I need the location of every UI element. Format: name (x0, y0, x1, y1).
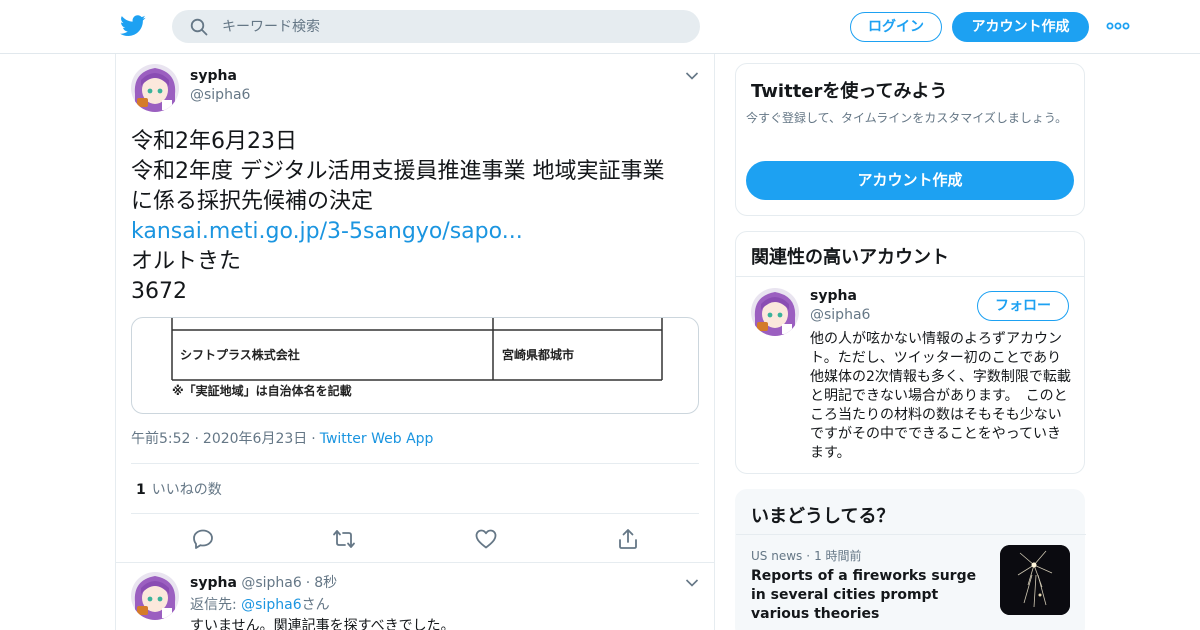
related-account-name[interactable]: sypha (810, 288, 857, 304)
more-dots-icon[interactable] (1106, 20, 1130, 32)
chevron-down-icon[interactable] (685, 578, 699, 588)
signup-card-subtitle: 今すぐ登録して、タイムラインをカスタマイズしましょう。 (746, 111, 1068, 125)
tweet-line: 3672 (131, 279, 187, 304)
reply-author-handle[interactable]: @sipha6 (241, 575, 301, 591)
media-row-city: 宮崎県都城市 (502, 348, 575, 362)
reply-header: sypha @sipha6 · 8秒 (190, 575, 338, 591)
signup-card-button[interactable]: アカウント作成 (746, 161, 1074, 200)
reply-to-label: 返信先: (190, 597, 237, 613)
trends-card-title: いまどうしてる？ (751, 506, 895, 527)
trend-headline[interactable]: Reports of a fireworks surge in several … (751, 567, 983, 624)
divider (131, 463, 699, 464)
divider (116, 562, 714, 563)
likes-number: 1 (136, 482, 146, 498)
tweet-date[interactable]: 2020年6月23日 (203, 431, 307, 447)
reply-to-suffix: さん (301, 597, 330, 613)
author-name[interactable]: sypha (190, 68, 237, 84)
trend-thumbnail[interactable] (1000, 545, 1070, 615)
search-bar[interactable] (172, 10, 700, 43)
twitter-bird-icon[interactable] (120, 14, 146, 38)
divider (736, 276, 1084, 277)
related-account-handle[interactable]: @sipha6 (810, 307, 870, 323)
trend-category: US news (751, 549, 803, 563)
share-icon[interactable] (616, 527, 640, 551)
author-handle[interactable]: @sipha6 (190, 87, 250, 103)
heart-icon[interactable] (474, 527, 498, 551)
tweet-link[interactable]: kansai.meti.go.jp/3-5sangyo/sapo... (131, 219, 523, 244)
trends-card: いまどうしてる？ US news · 1 時間前 Reports of a fire… (735, 489, 1086, 630)
signup-card-title: Twitterを使ってみよう (751, 81, 948, 102)
divider (736, 534, 1086, 535)
divider (131, 513, 699, 514)
reply-to-handle[interactable]: @sipha6 (241, 597, 301, 613)
top-nav: ログイン アカウント作成 (0, 0, 1200, 54)
likes-count[interactable]: 1 いいねの数 (136, 479, 222, 499)
signup-card: Twitterを使ってみよう 今すぐ登録して、タイムラインをカスタマイズしましょ… (735, 63, 1085, 216)
trend-meta: US news · 1 時間前 (751, 549, 862, 563)
tweet-time[interactable]: 午前5:52 (131, 431, 190, 447)
avatar[interactable] (751, 288, 799, 336)
tweet-line: オルトきた (131, 249, 242, 274)
related-accounts-card: 関連性の高いアカウント sypha @sipha6 フォロー 他の人が呟かない情… (735, 231, 1085, 474)
reply-to-line: 返信先: @sipha6さん (190, 594, 330, 614)
signup-button[interactable]: アカウント作成 (952, 12, 1089, 42)
avatar[interactable] (131, 64, 179, 112)
media-footnote: ※「実証地域」は自治体名を記載 (172, 384, 352, 398)
tweet-line: 令和2年6月23日 (131, 129, 297, 154)
reply-author-name[interactable]: sypha (190, 575, 237, 591)
reply-text: すいません。関連記事を探すべきでした。 (190, 618, 455, 630)
reply-icon[interactable] (191, 527, 215, 551)
retweet-icon[interactable] (332, 527, 356, 551)
media-row-company: シフトプラス株式会社 (180, 348, 300, 362)
avatar[interactable] (131, 572, 179, 620)
login-button[interactable]: ログイン (850, 12, 942, 42)
search-icon (190, 18, 208, 36)
likes-label: いいねの数 (151, 482, 222, 498)
follow-button[interactable]: フォロー (977, 291, 1069, 321)
trend-age: 1 時間前 (814, 549, 862, 563)
main-column: sypha @sipha6 令和2年6月23日 令和2年度 デジタル活用支援員推… (115, 54, 715, 630)
reply-age[interactable]: 8秒 (314, 575, 337, 591)
search-input[interactable] (222, 10, 682, 43)
tweet-metadata: 午前5:52 · 2020年6月23日 · Twitter Web App (131, 431, 434, 447)
document-table-image (171, 318, 663, 381)
related-account-bio: 他の人が呟かない情報のよろずアカウント。ただし、ツイッター初のことであり他媒体の… (810, 331, 1071, 461)
tweet-source[interactable]: Twitter Web App (320, 431, 434, 447)
tweet-line: 令和2年度 デジタル活用支援員推進事業 地域実証事業 (131, 159, 665, 184)
tweet-media-card[interactable]: シフトプラス株式会社 宮崎県都城市 ※「実証地域」は自治体名を記載 (131, 317, 699, 414)
chevron-down-icon[interactable] (685, 71, 699, 81)
tweet-line: に係る採択先候補の決定 (131, 189, 374, 214)
tweet-text: 令和2年6月23日 令和2年度 デジタル活用支援員推進事業 地域実証事業 に係る… (131, 127, 701, 307)
related-card-title: 関連性の高いアカウント (751, 247, 949, 268)
